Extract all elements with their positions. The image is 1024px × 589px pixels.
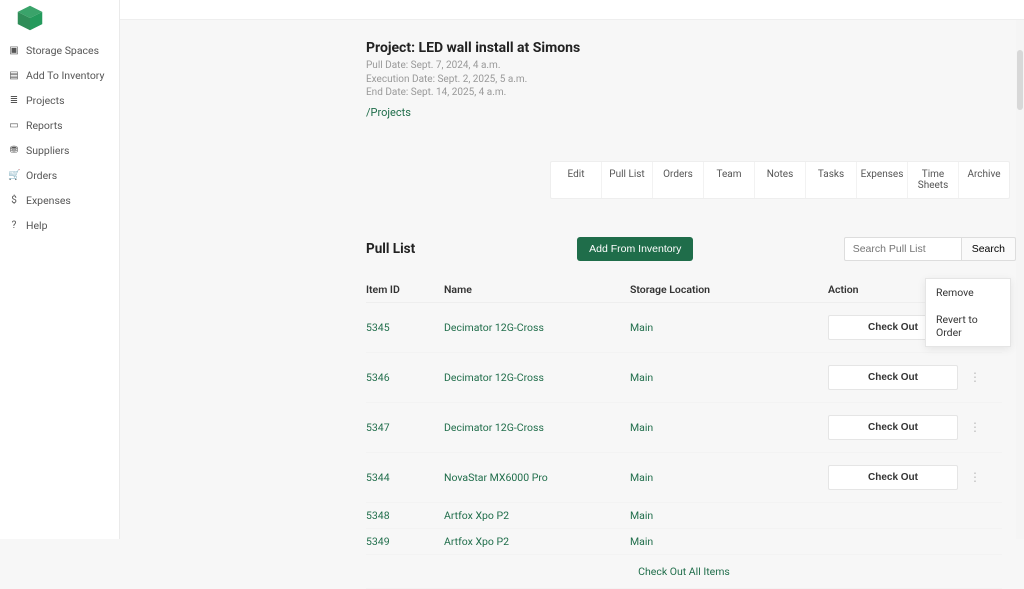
project-title: Project: LED wall install at Simons	[366, 40, 1016, 56]
pull-list-header: Pull List Add From Inventory Search	[366, 237, 1016, 261]
nav-label: Orders	[26, 169, 57, 182]
expenses-icon: $	[8, 195, 20, 206]
item-name-link[interactable]: Decimator 12G-Cross	[444, 321, 630, 334]
nav-expenses[interactable]: $ Expenses	[0, 188, 119, 213]
table-row: 5345 Decimator 12G-Cross Main Check Out …	[366, 303, 1002, 353]
col-name: Name	[444, 283, 630, 296]
storage-link[interactable]: Main	[630, 321, 828, 334]
row-menu-button[interactable]: ⋮	[958, 371, 992, 383]
nav-reports[interactable]: ▭ Reports	[0, 113, 119, 138]
project-pull-date: Pull Date: Sept. 7, 2024, 4 a.m.	[366, 59, 1016, 73]
project-end-date: End Date: Sept. 14, 2025, 4 a.m.	[366, 86, 1016, 100]
check-out-button[interactable]: Check Out	[828, 465, 958, 490]
row-menu-button[interactable]: ⋮	[958, 471, 992, 483]
app-logo	[14, 4, 46, 32]
tab-team[interactable]: Team	[703, 162, 754, 198]
item-id-link[interactable]: 5348	[366, 509, 444, 522]
row-context-menu: Remove Revert to Order	[925, 278, 1011, 347]
storage-link[interactable]: Main	[630, 371, 828, 384]
item-name-link[interactable]: Decimator 12G-Cross	[444, 421, 630, 434]
item-name-link[interactable]: Artfox Xpo P2	[444, 535, 630, 548]
table-row: 5344 NovaStar MX6000 Pro Main Check Out …	[366, 453, 1002, 503]
tab-orders[interactable]: Orders	[652, 162, 703, 198]
item-id-link[interactable]: 5345	[366, 321, 444, 334]
nav-label: Suppliers	[26, 144, 69, 157]
tab-expenses[interactable]: Expenses	[856, 162, 907, 198]
tab-archive[interactable]: Archive	[958, 162, 1009, 198]
table-row: 5346 Decimator 12G-Cross Main Check Out …	[366, 353, 1002, 403]
topbar	[120, 0, 1024, 20]
tab-tasks[interactable]: Tasks	[805, 162, 856, 198]
item-id-link[interactable]: 5346	[366, 371, 444, 384]
check-out-button[interactable]: Check Out	[828, 365, 958, 390]
sidebar: ▣ Storage Spaces ▤ Add To Inventory ≣ Pr…	[0, 0, 120, 539]
nav-label: Reports	[26, 119, 63, 132]
cube-icon	[16, 4, 44, 32]
scrollbar-thumb[interactable]	[1017, 50, 1023, 110]
row-menu-button[interactable]: ⋮	[958, 421, 992, 433]
add-from-inventory-button[interactable]: Add From Inventory	[577, 237, 693, 261]
nav-label: Help	[26, 219, 48, 232]
search-button[interactable]: Search	[962, 237, 1016, 261]
col-storage: Storage Location	[630, 283, 828, 296]
check-out-button[interactable]: Check Out	[828, 415, 958, 440]
item-name-link[interactable]: Decimator 12G-Cross	[444, 371, 630, 384]
nav-projects[interactable]: ≣ Projects	[0, 88, 119, 113]
item-id-link[interactable]: 5349	[366, 535, 444, 548]
breadcrumb[interactable]: /Projects	[366, 106, 1016, 119]
nav-label: Projects	[26, 94, 65, 107]
storage-icon: ▣	[8, 45, 20, 56]
table-row: 5349 Artfox Xpo P2 Main	[366, 529, 1002, 555]
project-tabs: Edit Pull List Orders Team Notes Tasks E…	[550, 161, 1010, 199]
menu-revert-to-order[interactable]: Revert to Order	[926, 306, 1010, 346]
main-content: Project: LED wall install at Simons Pull…	[366, 40, 1016, 589]
menu-remove[interactable]: Remove	[926, 279, 1010, 306]
nav-help[interactable]: ? Help	[0, 213, 119, 238]
table-row: 5347 Decimator 12G-Cross Main Check Out …	[366, 403, 1002, 453]
nav-storage-spaces[interactable]: ▣ Storage Spaces	[0, 38, 119, 63]
project-exec-date: Execution Date: Sept. 2, 2025, 5 a.m.	[366, 73, 1016, 87]
pull-list-title: Pull List	[366, 241, 415, 257]
nav-add-inventory[interactable]: ▤ Add To Inventory	[0, 63, 119, 88]
tab-notes[interactable]: Notes	[754, 162, 805, 198]
scrollbar-track	[1016, 20, 1024, 539]
storage-link[interactable]: Main	[630, 535, 828, 548]
item-name-link[interactable]: Artfox Xpo P2	[444, 509, 630, 522]
tab-pull-list[interactable]: Pull List	[601, 162, 652, 198]
add-icon: ▤	[8, 70, 20, 81]
orders-icon: 🛒	[8, 170, 20, 181]
search-group: Search	[844, 237, 1016, 261]
nav-label: Add To Inventory	[26, 69, 104, 82]
col-item-id: Item ID	[366, 283, 444, 296]
tab-time-sheets[interactable]: Time Sheets	[907, 162, 958, 198]
table-header: Item ID Name Storage Location Action	[366, 277, 1002, 303]
nav-orders[interactable]: 🛒 Orders	[0, 163, 119, 188]
pull-list-table: Item ID Name Storage Location Action 534…	[366, 277, 1002, 589]
item-id-link[interactable]: 5347	[366, 421, 444, 434]
storage-link[interactable]: Main	[630, 421, 828, 434]
storage-link[interactable]: Main	[630, 471, 828, 484]
nav-suppliers[interactable]: ⛃ Suppliers	[0, 138, 119, 163]
item-id-link[interactable]: 5344	[366, 471, 444, 484]
check-out-all-link[interactable]: Check Out All Items	[366, 555, 1002, 589]
reports-icon: ▭	[8, 120, 20, 131]
storage-link[interactable]: Main	[630, 509, 828, 522]
suppliers-icon: ⛃	[8, 145, 20, 156]
item-name-link[interactable]: NovaStar MX6000 Pro	[444, 471, 630, 484]
projects-icon: ≣	[8, 95, 20, 106]
table-row: 5348 Artfox Xpo P2 Main	[366, 503, 1002, 529]
search-input[interactable]	[844, 237, 962, 261]
tab-edit[interactable]: Edit	[551, 162, 601, 198]
help-icon: ?	[8, 220, 20, 231]
nav-label: Expenses	[26, 194, 71, 207]
nav-label: Storage Spaces	[26, 44, 99, 57]
